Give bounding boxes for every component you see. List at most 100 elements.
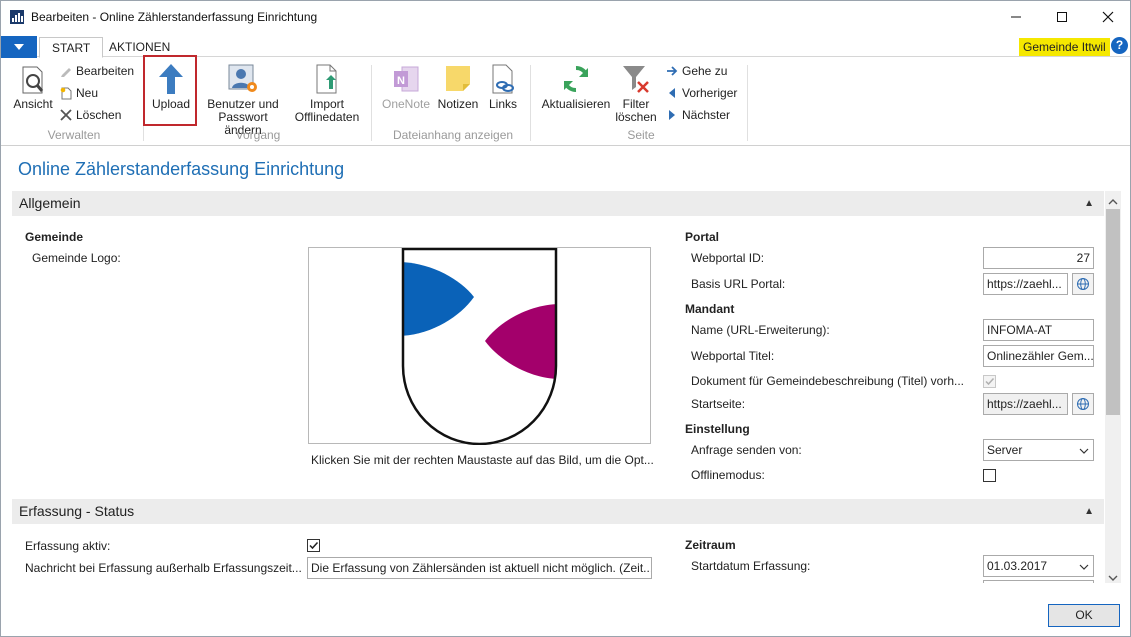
section-title: Erfassung - Status xyxy=(19,503,135,519)
coat-of-arms-logo xyxy=(401,248,558,445)
checkmark-icon xyxy=(985,377,995,386)
offline-label: Offlinemodus: xyxy=(691,468,765,482)
minimize-button[interactable] xyxy=(993,1,1039,33)
webportal-id-label: Webportal ID: xyxy=(691,251,765,265)
vorheriger-label: Vorheriger xyxy=(682,86,738,100)
loeschen-button[interactable]: Löschen xyxy=(60,106,121,124)
company-badge[interactable]: Gemeinde Ittwil xyxy=(1019,38,1110,56)
group-label-dateianhang: Dateianhang anzeigen xyxy=(392,128,514,142)
pencil-icon xyxy=(61,68,71,77)
section-title: Allgemein xyxy=(19,195,81,211)
naechster-button[interactable]: Nächster xyxy=(666,106,730,124)
notizen-button[interactable]: Notizen xyxy=(435,63,481,111)
onenote-button[interactable]: N OneNote xyxy=(379,63,433,111)
sticky-note-icon xyxy=(446,66,470,91)
links-button[interactable]: Links xyxy=(485,63,521,111)
import-label-2: Offlinedaten xyxy=(294,110,360,124)
name-url-label: Name (URL-Erweiterung): xyxy=(691,323,830,337)
help-button[interactable]: ? xyxy=(1111,37,1128,54)
triangle-left-icon xyxy=(669,88,675,98)
scrollbar-thumb[interactable] xyxy=(1106,209,1120,415)
ansicht-label: Ansicht xyxy=(13,97,53,111)
import-document-icon xyxy=(316,64,337,94)
ribbon-separator xyxy=(530,65,531,141)
erfassung-aktiv-checkbox[interactable] xyxy=(307,539,320,552)
collapse-caret-icon[interactable]: ▲ xyxy=(1084,191,1094,216)
arrow-right-icon xyxy=(667,66,678,76)
group-label-vorgang: Vorgang xyxy=(235,128,281,142)
scroll-down-icon[interactable] xyxy=(1107,571,1119,585)
next-field-edge xyxy=(983,580,1094,583)
gehe-zu-label: Gehe zu xyxy=(682,64,728,78)
close-icon xyxy=(1102,11,1114,23)
mandant-heading: Mandant xyxy=(685,302,735,316)
gemeinde-heading: Gemeinde xyxy=(25,230,84,244)
svg-text:N: N xyxy=(397,75,405,87)
chevron-down-icon xyxy=(1079,564,1089,570)
new-document-icon xyxy=(60,87,72,99)
open-startseite-button[interactable] xyxy=(1072,393,1094,415)
webportal-id-field[interactable]: 27 xyxy=(983,247,1094,269)
onenote-icon: N xyxy=(394,66,419,92)
aktualisieren-button[interactable]: Aktualisieren xyxy=(538,63,614,111)
naechster-label: Nächster xyxy=(682,108,731,122)
app-menu-button[interactable] xyxy=(1,36,37,58)
nachricht-label: Nachricht bei Erfassung außerhalb Erfass… xyxy=(25,561,302,575)
refresh-icon xyxy=(564,66,588,92)
benutzer-passwort-button[interactable]: Benutzer und Passwort ändern xyxy=(198,63,288,137)
section-header-erfassung[interactable]: Erfassung - Status ▲ xyxy=(12,499,1104,524)
globe-icon xyxy=(1077,398,1089,410)
nachricht-field[interactable]: Die Erfassung von Zählersänden ist aktue… xyxy=(307,557,652,579)
open-url-button[interactable] xyxy=(1072,273,1094,295)
minimize-icon xyxy=(1011,16,1021,18)
maximize-button[interactable] xyxy=(1039,1,1085,33)
neu-button[interactable]: Neu xyxy=(60,84,98,102)
webportal-titel-label: Webportal Titel: xyxy=(691,349,775,363)
filter-label-1: Filter xyxy=(622,97,650,111)
import-offlinedaten-button[interactable]: Import Offlinedaten xyxy=(291,63,363,124)
import-label-1: Import xyxy=(309,97,344,111)
gehe-zu-button[interactable]: Gehe zu xyxy=(666,62,727,80)
ansicht-button[interactable]: Ansicht xyxy=(11,65,55,111)
filter-loeschen-button[interactable]: Filter löschen xyxy=(613,63,659,124)
tab-start[interactable]: START xyxy=(39,37,104,58)
upload-highlight-frame xyxy=(143,55,197,126)
app-icon xyxy=(10,10,24,24)
startseite-field[interactable]: https://zaehl... xyxy=(983,393,1068,415)
dokument-label: Dokument für Gemeindebeschreibung (Titel… xyxy=(691,374,965,388)
vorheriger-button[interactable]: Vorheriger xyxy=(666,84,737,102)
offlinemodus-checkbox[interactable] xyxy=(983,469,996,482)
bearbeiten-button[interactable]: Bearbeiten xyxy=(60,62,134,80)
basis-url-field[interactable]: https://zaehl... xyxy=(983,273,1068,295)
portal-heading: Portal xyxy=(685,230,720,244)
name-url-field[interactable]: INFOMA-AT xyxy=(983,319,1094,341)
dokument-checkbox[interactable] xyxy=(983,375,996,388)
scroll-up-icon[interactable] xyxy=(1107,195,1119,209)
anfrage-value: Server xyxy=(987,443,1023,457)
startdatum-label: Startdatum Erfassung: xyxy=(691,559,811,573)
logo-image-frame[interactable] xyxy=(308,247,651,445)
webportal-titel-field[interactable]: Onlinezähler Gem... xyxy=(983,345,1094,367)
triangle-right-icon xyxy=(669,110,675,120)
application-window: Bearbeiten - Online Zählerstanderfassung… xyxy=(0,0,1131,637)
logo-hint-text: Klicken Sie mit der rechten Maustaste au… xyxy=(311,453,654,467)
title-bar: Bearbeiten - Online Zählerstanderfassung… xyxy=(1,1,1130,33)
ok-button[interactable]: OK xyxy=(1048,604,1120,627)
collapse-caret-icon[interactable]: ▲ xyxy=(1084,499,1094,524)
anfrage-label: Anfrage senden von: xyxy=(691,443,802,457)
link-document-icon xyxy=(492,64,514,94)
close-button[interactable] xyxy=(1085,1,1131,33)
logo-label: Gemeinde Logo: xyxy=(32,251,121,265)
section-header-allgemein[interactable]: Allgemein ▲ xyxy=(12,191,1104,216)
zeitraum-heading: Zeitraum xyxy=(685,538,736,552)
notizen-label: Notizen xyxy=(437,97,479,111)
bearbeiten-label: Bearbeiten xyxy=(76,64,135,78)
ribbon-separator xyxy=(371,65,372,141)
anfrage-select[interactable]: Server xyxy=(983,439,1094,461)
group-label-seite: Seite xyxy=(627,128,655,142)
clear-filter-icon xyxy=(623,66,649,93)
startdatum-field[interactable]: 01.03.2017 xyxy=(983,555,1094,577)
basis-url-label: Basis URL Portal: xyxy=(691,277,786,291)
window-title: Bearbeiten - Online Zählerstanderfassung… xyxy=(31,10,318,24)
delete-x-icon xyxy=(60,109,72,121)
